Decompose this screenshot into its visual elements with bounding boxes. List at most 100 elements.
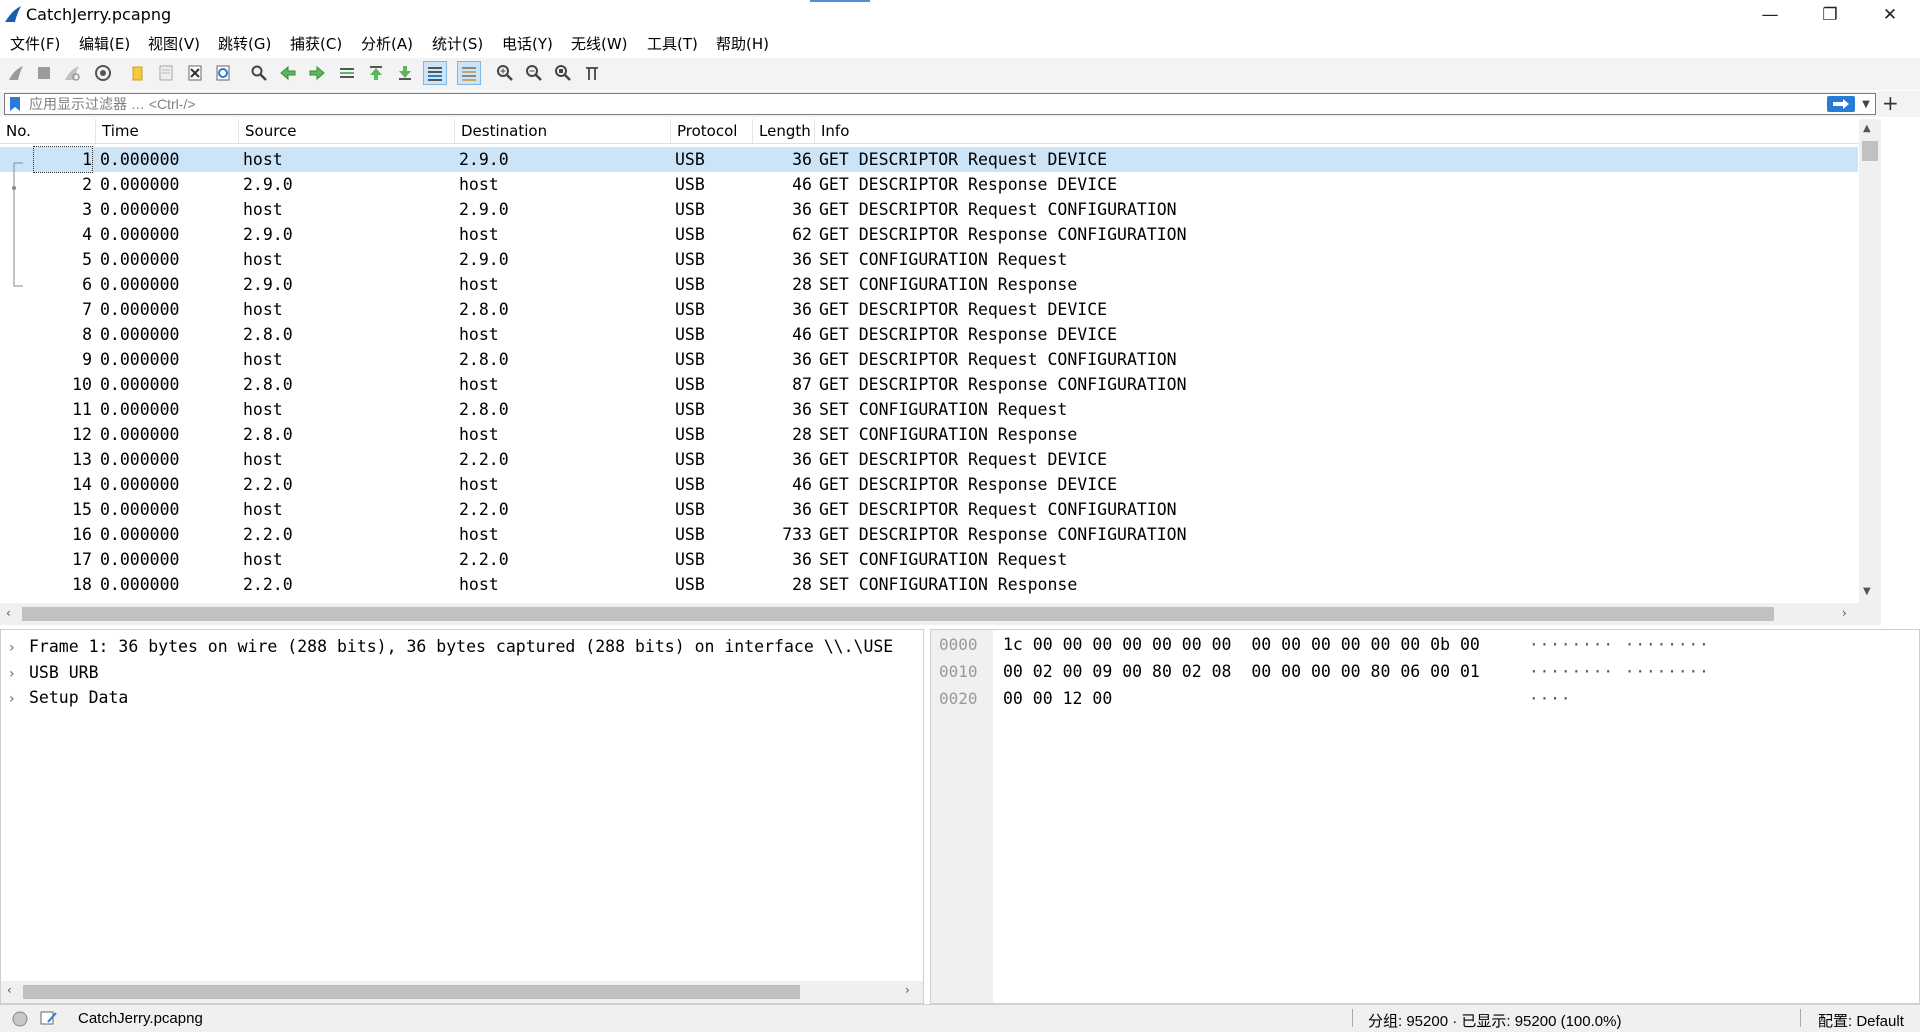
go-forward-icon[interactable] — [306, 62, 328, 84]
cell-no: 13 — [72, 450, 92, 469]
detail-usb-urb-row[interactable]: › USB URB — [9, 660, 99, 686]
minimize-button[interactable]: — — [1740, 0, 1800, 30]
menu-telephony[interactable]: 电话(Y) — [502, 33, 553, 54]
menu-go[interactable]: 跳转(G) — [218, 33, 271, 54]
packet-row[interactable]: 5 0.000000 host 2.9.0 USB 36 SET CONFIGURATION… — [0, 247, 1858, 272]
scrollbar-thumb[interactable] — [23, 985, 800, 999]
packet-row[interactable]: 12 0.000000 2.8.0 host USB 28 SET CONFIGURATIO… — [0, 422, 1858, 447]
packet-row[interactable]: 11 0.000000 host 2.8.0 USB 36 SET CONFIGURATIO… — [0, 397, 1858, 422]
menu-help[interactable]: 帮助(H) — [716, 33, 769, 54]
cell-time: 0.000000 — [100, 475, 180, 494]
go-first-icon[interactable] — [365, 62, 387, 84]
hex-bytes-line[interactable]: 00 00 12 00 — [1003, 685, 1112, 712]
scroll-left-icon[interactable]: ‹ — [7, 983, 12, 997]
column-length[interactable]: Length — [753, 119, 815, 143]
display-filter-input[interactable] — [29, 95, 1529, 113]
chevron-right-icon[interactable]: › — [9, 661, 29, 687]
start-capture-icon[interactable] — [5, 62, 27, 84]
scroll-left-icon[interactable]: ‹ — [6, 606, 11, 620]
colorize-icon[interactable] — [457, 61, 481, 85]
packet-row[interactable]: 15 0.000000 host 2.2.0 USB 36 GET DESCRIPTOR R… — [0, 497, 1858, 522]
close-button[interactable]: ✕ — [1860, 0, 1920, 30]
cell-no: 1 — [33, 146, 93, 173]
menu-tools[interactable]: 工具(T) — [647, 33, 698, 54]
packet-row[interactable]: 18 0.000000 2.2.0 host USB 28 SET CONFIGURATIO… — [0, 572, 1858, 597]
menu-analyze[interactable]: 分析(A) — [361, 33, 413, 54]
scrollbar-thumb[interactable] — [22, 607, 1774, 621]
save-file-icon[interactable] — [155, 62, 177, 84]
detail-setup-data-row[interactable]: › Setup Data — [9, 685, 128, 711]
go-to-packet-icon[interactable] — [336, 62, 358, 84]
packet-list: No. Time Source Destination Protocol Len… — [0, 119, 1920, 625]
bookmark-icon[interactable] — [9, 96, 21, 112]
resize-columns-icon[interactable] — [581, 62, 603, 84]
cell-info: SET CONFIGURATION Response — [819, 275, 1078, 294]
column-time[interactable]: Time — [96, 119, 239, 143]
scrollbar-thumb[interactable] — [1862, 141, 1878, 161]
chevron-right-icon[interactable]: › — [9, 635, 29, 661]
packet-row[interactable]: 6 0.000000 2.9.0 host USB 28 SET CONFIGURATION… — [0, 272, 1858, 297]
packet-list-horizontal-scrollbar[interactable]: ‹ › — [0, 603, 1881, 625]
restore-button[interactable]: ❐ — [1800, 0, 1860, 30]
packet-row[interactable]: 3 0.000000 host 2.9.0 USB 36 GET DESCRIPTOR Re… — [0, 197, 1858, 222]
ascii-bytes-line[interactable]: ········ ········ — [1529, 631, 1710, 658]
column-protocol[interactable]: Protocol — [671, 119, 753, 143]
details-horizontal-scrollbar[interactable]: ‹ › — [1, 981, 923, 1003]
status-profile[interactable]: 配置: Default — [1818, 1010, 1904, 1031]
capture-comment-icon[interactable] — [40, 1010, 58, 1026]
packet-list-vertical-scrollbar[interactable]: ▲ ▼ — [1859, 119, 1881, 603]
packet-row[interactable]: 4 0.000000 2.9.0 host USB 62 GET DESCRIPTOR Re… — [0, 222, 1858, 247]
menu-wireless[interactable]: 无线(W) — [571, 33, 628, 54]
restart-capture-icon[interactable] — [61, 62, 83, 84]
scroll-down-icon[interactable]: ▼ — [1863, 586, 1871, 597]
cell-destination: 2.2.0 — [459, 450, 509, 469]
packet-row[interactable]: 14 0.000000 2.2.0 host USB 46 GET DESCRIPTOR R… — [0, 472, 1858, 497]
scroll-up-icon[interactable]: ▲ — [1863, 123, 1871, 134]
packet-row[interactable]: 16 0.000000 2.2.0 host USB 733 GET DESCRIPTOR … — [0, 522, 1858, 547]
column-destination[interactable]: Destination — [455, 119, 671, 143]
open-file-icon[interactable] — [127, 62, 149, 84]
ascii-bytes-line[interactable]: ········ ········ — [1529, 658, 1710, 685]
column-source[interactable]: Source — [239, 119, 455, 143]
cell-time: 0.000000 — [100, 500, 180, 519]
chevron-right-icon[interactable]: › — [9, 686, 29, 712]
packet-row[interactable]: 8 0.000000 2.8.0 host USB 46 GET DESCRIPTOR Re… — [0, 322, 1858, 347]
menu-statistics[interactable]: 统计(S) — [432, 33, 483, 54]
close-file-icon[interactable] — [184, 62, 206, 84]
detail-frame-row[interactable]: › Frame 1: 36 bytes on wire (288 bits), 3… — [9, 634, 893, 660]
ascii-bytes-line[interactable]: ···· — [1529, 685, 1572, 712]
packet-row[interactable]: 1 0.000000 host 2.9.0 USB 36 GET DESCRIPTOR Re… — [0, 146, 1858, 173]
go-back-icon[interactable] — [277, 62, 299, 84]
stop-capture-icon[interactable] — [33, 62, 55, 84]
column-no[interactable]: No. — [0, 119, 96, 143]
packet-row[interactable]: 13 0.000000 host 2.2.0 USB 36 GET DESCRIPTOR R… — [0, 447, 1858, 472]
packet-row[interactable]: 2 0.000000 2.9.0 host USB 46 GET DESCRIPTOR Re… — [0, 172, 1858, 197]
cell-no: 14 — [72, 475, 92, 494]
normal-size-icon[interactable] — [552, 62, 574, 84]
menu-file[interactable]: 文件(F) — [10, 33, 60, 54]
menu-view[interactable]: 视图(V) — [148, 33, 200, 54]
cell-no: 16 — [72, 525, 92, 544]
find-packet-icon[interactable] — [248, 62, 270, 84]
add-filter-button-icon[interactable]: + — [1882, 91, 1899, 115]
packet-row[interactable]: 10 0.000000 2.8.0 host USB 87 GET DESCRIPTOR R… — [0, 372, 1858, 397]
scroll-right-icon[interactable]: › — [1842, 606, 1847, 620]
packet-row[interactable]: 17 0.000000 host 2.2.0 USB 36 SET CONFIGURATIO… — [0, 547, 1858, 572]
go-last-icon[interactable] — [394, 62, 416, 84]
menu-capture[interactable]: 捕获(C) — [290, 33, 342, 54]
expert-info-icon[interactable] — [12, 1011, 28, 1027]
packet-row[interactable]: 9 0.000000 host 2.8.0 USB 36 GET DESCRIPTOR Re… — [0, 347, 1858, 372]
zoom-out-icon[interactable] — [523, 62, 545, 84]
hex-bytes-line[interactable]: 00 02 00 09 00 80 02 08 00 00 00 00 80 0… — [1003, 658, 1480, 685]
menu-edit[interactable]: 编辑(E) — [79, 33, 130, 54]
filter-dropdown-icon[interactable]: ▼ — [1859, 94, 1873, 114]
column-info[interactable]: Info — [815, 119, 1860, 143]
apply-filter-button[interactable] — [1827, 96, 1855, 112]
packet-row[interactable]: 7 0.000000 host 2.8.0 USB 36 GET DESCRIPTOR Re… — [0, 297, 1858, 322]
capture-options-icon[interactable] — [92, 62, 114, 84]
reload-file-icon[interactable] — [212, 62, 234, 84]
zoom-in-icon[interactable] — [494, 62, 516, 84]
auto-scroll-icon[interactable] — [423, 61, 447, 85]
hex-bytes-line[interactable]: 1c 00 00 00 00 00 00 00 00 00 00 00 00 0… — [1003, 631, 1480, 658]
scroll-right-icon[interactable]: › — [905, 983, 910, 997]
